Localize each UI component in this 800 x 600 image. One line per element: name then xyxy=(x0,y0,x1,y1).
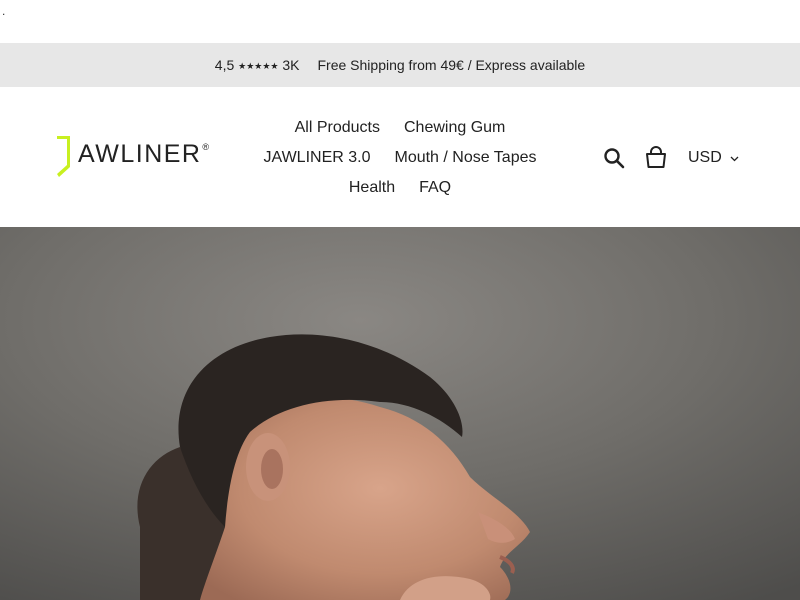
logo-wordmark: AWLINER ® xyxy=(78,139,211,168)
nav-faq[interactable]: FAQ xyxy=(419,179,451,197)
review-count: 3K xyxy=(282,57,300,73)
header-actions: USD xyxy=(600,144,739,172)
registered-mark: ® xyxy=(202,141,211,152)
search-button[interactable] xyxy=(600,144,628,172)
cart-icon xyxy=(646,146,666,168)
nav-jawliner-3[interactable]: JAWLINER 3.0 xyxy=(263,149,370,167)
hero-photo xyxy=(0,227,800,600)
nav-chewing-gum[interactable]: Chewing Gum xyxy=(404,119,505,137)
top-marker: . xyxy=(2,4,6,18)
nav-row: All Products Chewing Gum xyxy=(240,113,560,143)
rating-stars: ★★★★★ xyxy=(238,61,279,71)
site-logo[interactable]: AWLINER ® xyxy=(56,133,211,179)
chevron-down-icon xyxy=(730,149,739,167)
nav-health[interactable]: Health xyxy=(349,179,395,197)
hero-image xyxy=(0,227,800,600)
rating-summary[interactable]: 4,5 ★★★★★ 3K xyxy=(215,57,300,73)
nav-row: Health FAQ xyxy=(240,173,560,203)
main-navigation: All Products Chewing Gum JAWLINER 3.0 Mo… xyxy=(240,113,560,203)
nav-all-products[interactable]: All Products xyxy=(295,119,380,137)
announcement-bar: 4,5 ★★★★★ 3K Free Shipping from 49€ / Ex… xyxy=(0,43,800,87)
rating-value: 4,5 xyxy=(214,57,235,73)
shipping-message: Free Shipping from 49€ / Express availab… xyxy=(317,57,586,73)
logo-j-mark xyxy=(56,133,76,179)
search-icon xyxy=(604,148,625,169)
cart-button[interactable] xyxy=(642,144,670,172)
nav-mouth-nose-tapes[interactable]: Mouth / Nose Tapes xyxy=(394,149,536,167)
currency-selector[interactable]: USD xyxy=(688,149,739,167)
nav-row: JAWLINER 3.0 Mouth / Nose Tapes xyxy=(240,143,560,173)
currency-value: USD xyxy=(688,149,722,166)
